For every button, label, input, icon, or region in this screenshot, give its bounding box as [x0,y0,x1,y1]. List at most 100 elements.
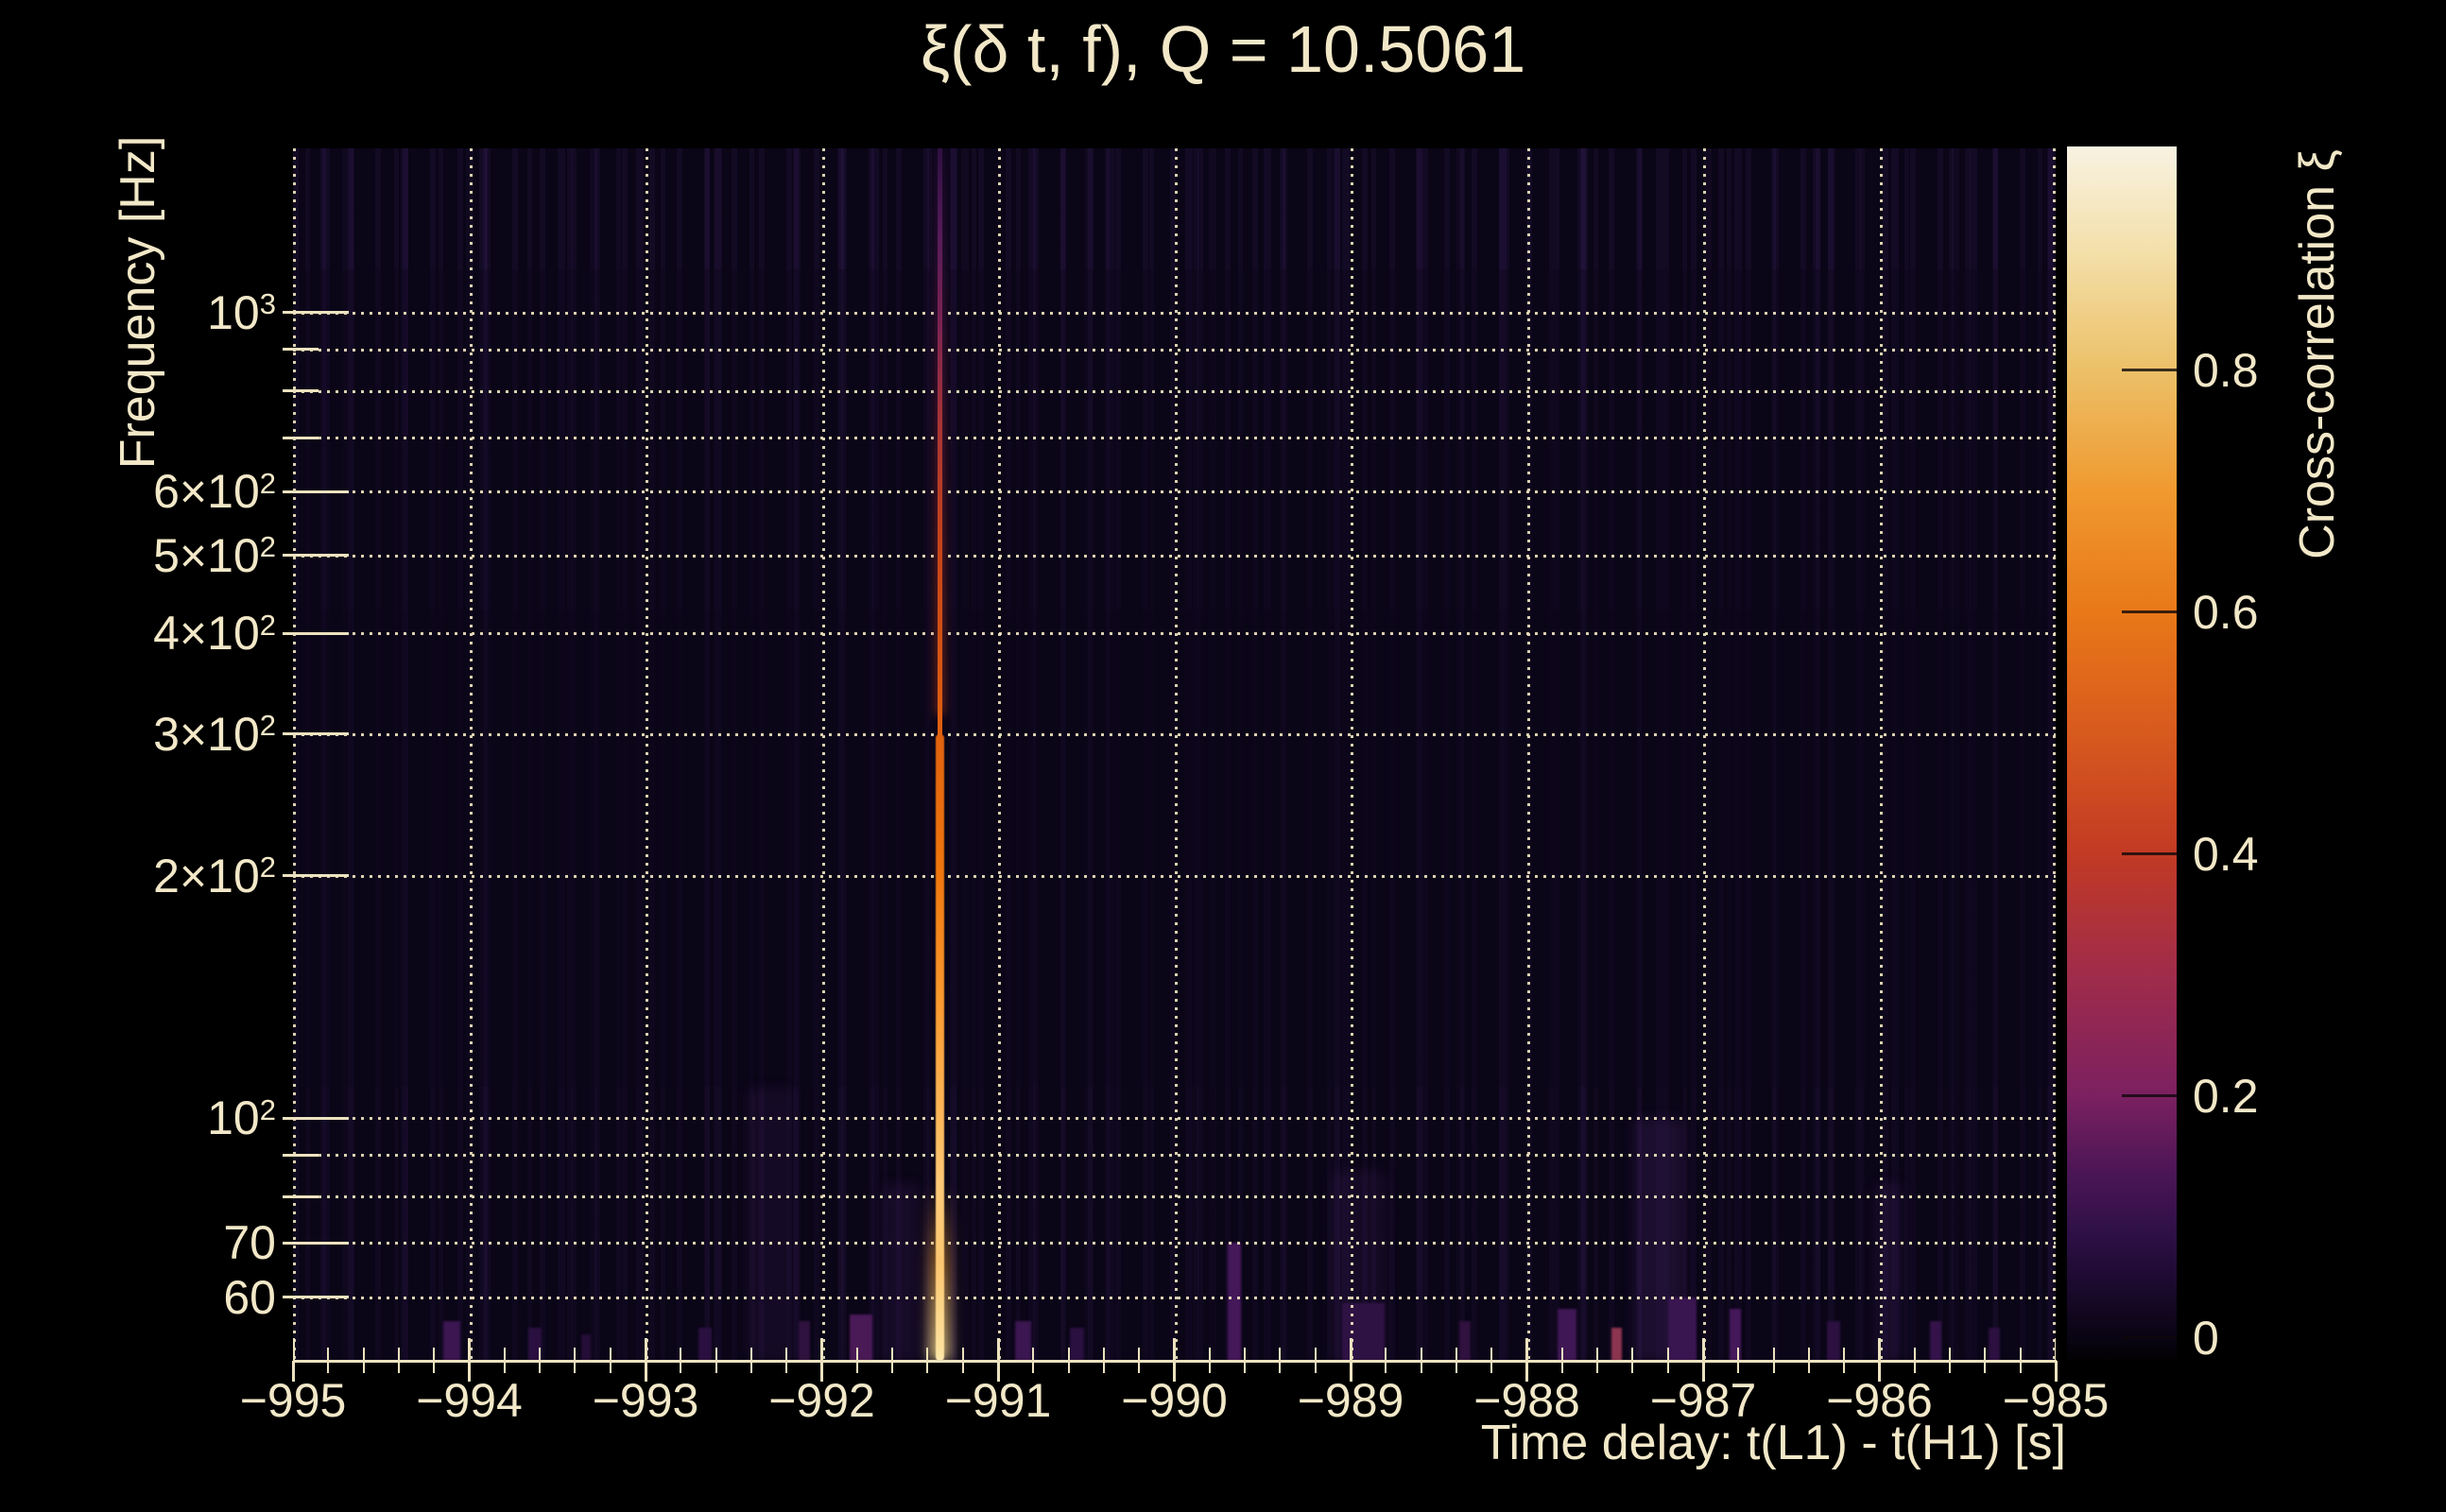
v-gridline [1351,148,1353,1361]
colorbar-tick [2122,852,2177,856]
colorbar-tick-label: 0.2 [2193,1069,2259,1123]
noise-block [1014,1321,1031,1361]
y-tick-label: 6×102 [153,465,276,519]
y-tick-label: 102 [207,1091,276,1145]
x-major-tick-inner [820,1338,823,1361]
y-major-tick [283,732,349,736]
x-major-tick-inner [1701,1338,1705,1361]
v-gridline [293,148,296,1361]
v-gridline [1174,148,1178,1361]
x-minor-tick-inner [1737,1348,1740,1361]
x-minor-tick-inner [1490,1348,1493,1361]
y-minor-tick [283,348,319,352]
noise-block [798,1321,810,1361]
noise-block [1611,1327,1623,1361]
noise-smudge [882,1183,921,1361]
x-major-tick-inner [2054,1338,2056,1361]
v-gridline [1526,148,1530,1361]
y-major-tick [283,874,349,878]
x-minor-tick-inner [855,1348,858,1361]
x-major-tick-inner [468,1338,471,1361]
x-minor-tick-inner [715,1348,717,1361]
noise-block [442,1321,460,1361]
x-minor-tick-inner [785,1348,788,1361]
noise-block [698,1327,713,1361]
noise-block [1227,1243,1241,1361]
v-gridline [469,148,473,1361]
x-minor-tick-inner [1631,1348,1634,1361]
noise-block [580,1333,591,1361]
x-major-tick-inner [996,1338,1000,1361]
v-gridline [2053,148,2056,1361]
noise-block [1341,1302,1385,1361]
noise-block [1930,1321,1942,1361]
x-minor-tick-inner [926,1348,929,1361]
x-major-tick-inner [293,1338,295,1361]
y-minor-tick [283,436,319,439]
x-minor-tick-inner [433,1348,436,1361]
colorbar-tick-label: 0 [2193,1311,2219,1365]
x-major-tick-inner [1173,1338,1176,1361]
x-minor-tick-inner [1385,1348,1387,1361]
x-minor-tick-inner [574,1348,577,1361]
figure: ξ(δ t, f), Q = 10.5061 Frequency [Hz] −9… [0,0,2446,1512]
colorbar-tick-label: 0.4 [2193,827,2259,881]
noise-smudge [1873,1183,1903,1361]
noise-block [1988,1327,2000,1361]
y-tick-label: 5×102 [153,528,276,582]
v-gridline [646,148,648,1361]
noise-block [1827,1321,1840,1361]
x-minor-tick-inner [1032,1348,1035,1361]
x-minor-tick-inner [1314,1348,1317,1361]
chart-title: ξ(δ t, f), Q = 10.5061 [920,12,1526,86]
y-tick-label: 2×102 [153,849,276,902]
colorbar-tick [2122,1094,2177,1098]
y-minor-tick [283,389,319,393]
x-minor-tick-inner [327,1348,330,1361]
x-major-tick-inner [1349,1338,1352,1361]
noise-block [1459,1321,1472,1361]
x-minor-tick-inner [749,1348,752,1361]
x-minor-tick-inner [891,1348,894,1361]
noise-smudge [745,1088,793,1361]
x-minor-tick-inner [609,1348,612,1361]
colorbar-label: Cross-correlation ξ [2290,149,2345,559]
colorbar [2067,146,2177,1361]
colorbar-tick [2122,369,2177,372]
x-minor-tick-inner [503,1348,506,1361]
y-major-tick [283,631,349,635]
x-minor-tick-inner [1455,1348,1457,1361]
x-minor-tick-inner [1949,1348,1952,1361]
x-axis-label: Time delay: t(L1) - t(H1) [s] [1480,1416,2066,1470]
y-major-tick [283,311,349,315]
x-minor-tick-inner [1666,1348,1669,1361]
x-minor-tick-inner [1596,1348,1599,1361]
x-minor-tick-inner [1279,1348,1282,1361]
x-major-tick-inner [1878,1338,1881,1361]
x-minor-tick-inner [961,1348,964,1361]
v-gridline [1703,148,1706,1361]
y-tick-label: 3×102 [153,707,276,761]
x-minor-tick-inner [1913,1348,1916,1361]
x-minor-tick-inner [1772,1348,1775,1361]
x-minor-tick-inner [362,1348,365,1361]
peak-low-glow [929,1183,951,1361]
noise-block [1667,1297,1697,1361]
y-major-tick [283,1296,349,1298]
x-minor-tick-inner [1984,1348,1987,1361]
x-minor-tick-inner [680,1348,682,1361]
colorbar-tick [2122,1336,2177,1340]
v-gridline [1879,148,1883,1361]
x-minor-tick-inner [1560,1348,1563,1361]
x-minor-tick-inner [1244,1348,1247,1361]
y-major-tick [283,554,349,558]
x-minor-tick-inner [1208,1348,1211,1361]
x-minor-tick-inner [2019,1348,2022,1361]
x-minor-tick-inner [1807,1348,1810,1361]
x-major-tick-inner [644,1338,647,1361]
noise-block [1070,1327,1085,1361]
colorbar-tick [2122,610,2177,614]
x-minor-tick-inner [1420,1348,1422,1361]
v-gridline [998,148,1001,1361]
y-major-tick [283,1116,349,1120]
